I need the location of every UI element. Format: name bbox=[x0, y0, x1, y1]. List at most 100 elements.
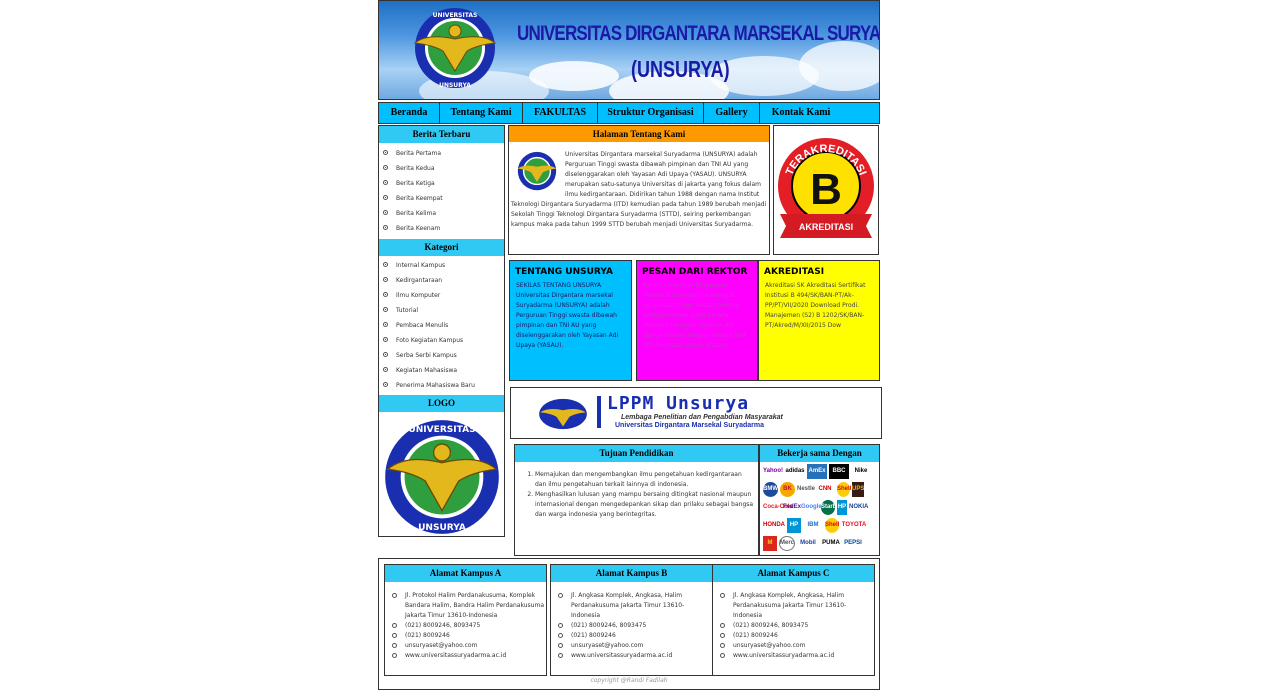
bullet-icon bbox=[383, 352, 388, 357]
nav-tentang-kami[interactable]: Tentang Kami bbox=[440, 103, 523, 123]
mercedes-logo: Merc bbox=[779, 536, 795, 551]
website-line[interactable]: www.universitassuryadarma.ac.id bbox=[385, 651, 546, 661]
badge-ribbon-text: AKREDITASI bbox=[799, 222, 853, 232]
lppm-subtitle-1: Lembaga Penelitian dan Pengabdian Masyar… bbox=[621, 414, 783, 421]
website-line[interactable]: www.universitassuryadarma.ac.id bbox=[713, 651, 874, 661]
cocacola-logo: Coca-Cola bbox=[763, 504, 793, 510]
phone-line: (021) 8009246, 8093475 bbox=[551, 621, 712, 631]
partner-row: HONDA HP IBM Shell TOYOTA bbox=[762, 518, 878, 536]
lppm-subtitle-2: Universitas Dirgantara Marsekal Suryadar… bbox=[615, 422, 765, 429]
campus-b-heading: Alamat Kampus B bbox=[551, 565, 712, 582]
berita-item[interactable]: Berita Pertama bbox=[379, 146, 504, 161]
email-line[interactable]: unsuryaset@yahoo.com bbox=[551, 641, 712, 651]
globe-icon bbox=[558, 653, 563, 658]
tujuan-heading: Tujuan Pendidikan bbox=[515, 445, 758, 462]
kategori-item[interactable]: Pembaca Menulis bbox=[379, 318, 504, 333]
nav-gallery[interactable]: Gallery bbox=[704, 103, 760, 123]
berita-item[interactable]: Berita Keenam bbox=[379, 221, 504, 236]
kategori-item[interactable]: Penerima Mahasiswa Baru bbox=[379, 378, 504, 393]
bullet-icon bbox=[383, 307, 388, 312]
about-panel: Halaman Tentang Kami Universitas Dirgant… bbox=[508, 125, 770, 255]
bullet-icon bbox=[383, 262, 388, 267]
bullet-icon bbox=[383, 337, 388, 342]
lppm-banner[interactable]: LPPM Unsurya Lembaga Penelitian dan Peng… bbox=[510, 387, 882, 439]
kategori-item[interactable]: Kegiatan Mahasiswa bbox=[379, 363, 504, 378]
globe-icon bbox=[392, 653, 397, 658]
logo-ring-text: UNIVERSITAS bbox=[433, 12, 478, 19]
starbucks-logo: Starbucks bbox=[821, 500, 850, 515]
akreditasi-title: AKREDITASI bbox=[764, 267, 825, 277]
pepsi-logo: PEPSI bbox=[844, 540, 862, 546]
ibm-logo: IBM bbox=[807, 522, 819, 528]
about-heading: Halaman Tentang Kami bbox=[509, 126, 769, 142]
tujuan-item: Menghasilkan lulusan yang mampu bersaing… bbox=[535, 490, 754, 520]
address-line: Jl. Angkasa Komplek, Angkasa, Halim Perd… bbox=[713, 591, 874, 621]
bullet-icon bbox=[383, 210, 388, 215]
kategori-item[interactable]: Serba Serbi Kampus bbox=[379, 348, 504, 363]
yahoo-logo: Yahoo! bbox=[763, 468, 784, 474]
email-icon bbox=[392, 643, 397, 648]
about-text: Universitas Dirgantara marsekal Suryadar… bbox=[511, 151, 767, 228]
lppm-divider bbox=[597, 396, 601, 428]
accreditation-badge-panel: TERAKREDITASI B AKREDITASI bbox=[773, 125, 879, 255]
campus-a-heading: Alamat Kampus A bbox=[385, 565, 546, 582]
fedex-logo: FedEx bbox=[783, 504, 802, 510]
kategori-item[interactable]: Ilmu Komputer bbox=[379, 288, 504, 303]
ups-logo: UPS bbox=[852, 482, 864, 497]
nav-beranda[interactable]: Beranda bbox=[379, 103, 440, 123]
bullet-icon bbox=[383, 180, 388, 185]
unsurya-logo-large: UNIVERSITAS UNSURYA bbox=[384, 420, 499, 534]
bullet-icon bbox=[383, 277, 388, 282]
lppm-logo bbox=[539, 398, 587, 430]
fax-line: (021) 8009246 bbox=[551, 631, 712, 641]
main-nav: Beranda Tentang Kami FAKULTAS Struktur O… bbox=[378, 102, 880, 124]
partners-panel: Bekerja sama Dengan Yahoo! adidas AmEx BBC N… bbox=[759, 444, 880, 556]
email-icon bbox=[720, 643, 725, 648]
mobil-logo: Mobil bbox=[800, 540, 816, 546]
phone-icon bbox=[392, 623, 397, 628]
fax-icon bbox=[720, 633, 725, 638]
email-icon bbox=[558, 643, 563, 648]
puma-logo: PUMA bbox=[822, 540, 840, 546]
website-line[interactable]: www.universitassuryadarma.ac.id bbox=[551, 651, 712, 661]
tujuan-panel: Tujuan Pendidikan Memajukan dan mengemba… bbox=[514, 444, 759, 556]
campus-a-details: Jl. Protokol Halim Perdanakusuma, Komple… bbox=[385, 591, 546, 661]
tujuan-item: Memajukan dan mengembangkan ilmu pengeta… bbox=[535, 470, 754, 490]
nestle-logo: Nestle bbox=[797, 486, 816, 492]
fax-line: (021) 8009246 bbox=[385, 631, 546, 641]
phone-icon bbox=[558, 623, 563, 628]
email-line[interactable]: unsuryaset@yahoo.com bbox=[385, 641, 546, 651]
globe-icon bbox=[720, 653, 725, 658]
nav-struktur-organisasi[interactable]: Struktur Organisasi bbox=[598, 103, 704, 123]
campus-b-box: Alamat Kampus B Jl. Angkasa Komplek, Ang… bbox=[550, 564, 713, 676]
email-line[interactable]: unsuryaset@yahoo.com bbox=[713, 641, 874, 651]
site-header: UNIVERSITAS UNSURYA UNIVERSITAS DIRGANTA… bbox=[378, 0, 880, 100]
berita-item[interactable]: Berita Ketiga bbox=[379, 176, 504, 191]
logo-heading: LOGO bbox=[379, 395, 504, 412]
logo-ring-text: UNIVERSITAS bbox=[408, 425, 475, 435]
tentang-unsurya-box: TENTANG UNSURYA SEKILAS TENTANG UNSURYA … bbox=[509, 260, 632, 381]
nav-kontak-kami[interactable]: Kontak Kami bbox=[760, 103, 842, 123]
campus-c-box: Alamat Kampus C Jl. Angkasa Komplek, Ang… bbox=[712, 564, 875, 676]
bullet-icon bbox=[383, 195, 388, 200]
berita-item[interactable]: Berita Keempat bbox=[379, 191, 504, 206]
bullet-icon bbox=[383, 292, 388, 297]
nav-fakultas[interactable]: FAKULTAS bbox=[523, 103, 598, 123]
berita-item[interactable]: Berita Kedua bbox=[379, 161, 504, 176]
fax-line: (021) 8009246 bbox=[713, 631, 874, 641]
berita-heading: Berita Terbaru bbox=[379, 126, 504, 143]
bmw-logo: BMW bbox=[763, 482, 778, 497]
adidas-logo: adidas bbox=[785, 468, 805, 474]
kategori-item[interactable]: Tutorial bbox=[379, 303, 504, 318]
partners-logo-grid: Yahoo! adidas AmEx BBC Nike BMW BK Nestle CNN Sh… bbox=[760, 462, 879, 554]
unsurya-logo: UNIVERSITAS UNSURYA bbox=[413, 8, 497, 89]
campus-b-details: Jl. Angkasa Komplek, Angkasa, Halim Perd… bbox=[551, 591, 712, 661]
kategori-item[interactable]: Kedirgantaraan bbox=[379, 273, 504, 288]
kategori-item[interactable]: Internal Kampus bbox=[379, 258, 504, 273]
kategori-item[interactable]: Foto Kegiatan Kampus bbox=[379, 333, 504, 348]
cnn-logo: CNN bbox=[818, 486, 832, 492]
burgerking-logo: BK bbox=[780, 482, 795, 497]
berita-item[interactable]: Berita Kelima bbox=[379, 206, 504, 221]
kategori-heading: Kategori bbox=[379, 239, 504, 256]
honda-logo: HONDA bbox=[763, 522, 785, 528]
